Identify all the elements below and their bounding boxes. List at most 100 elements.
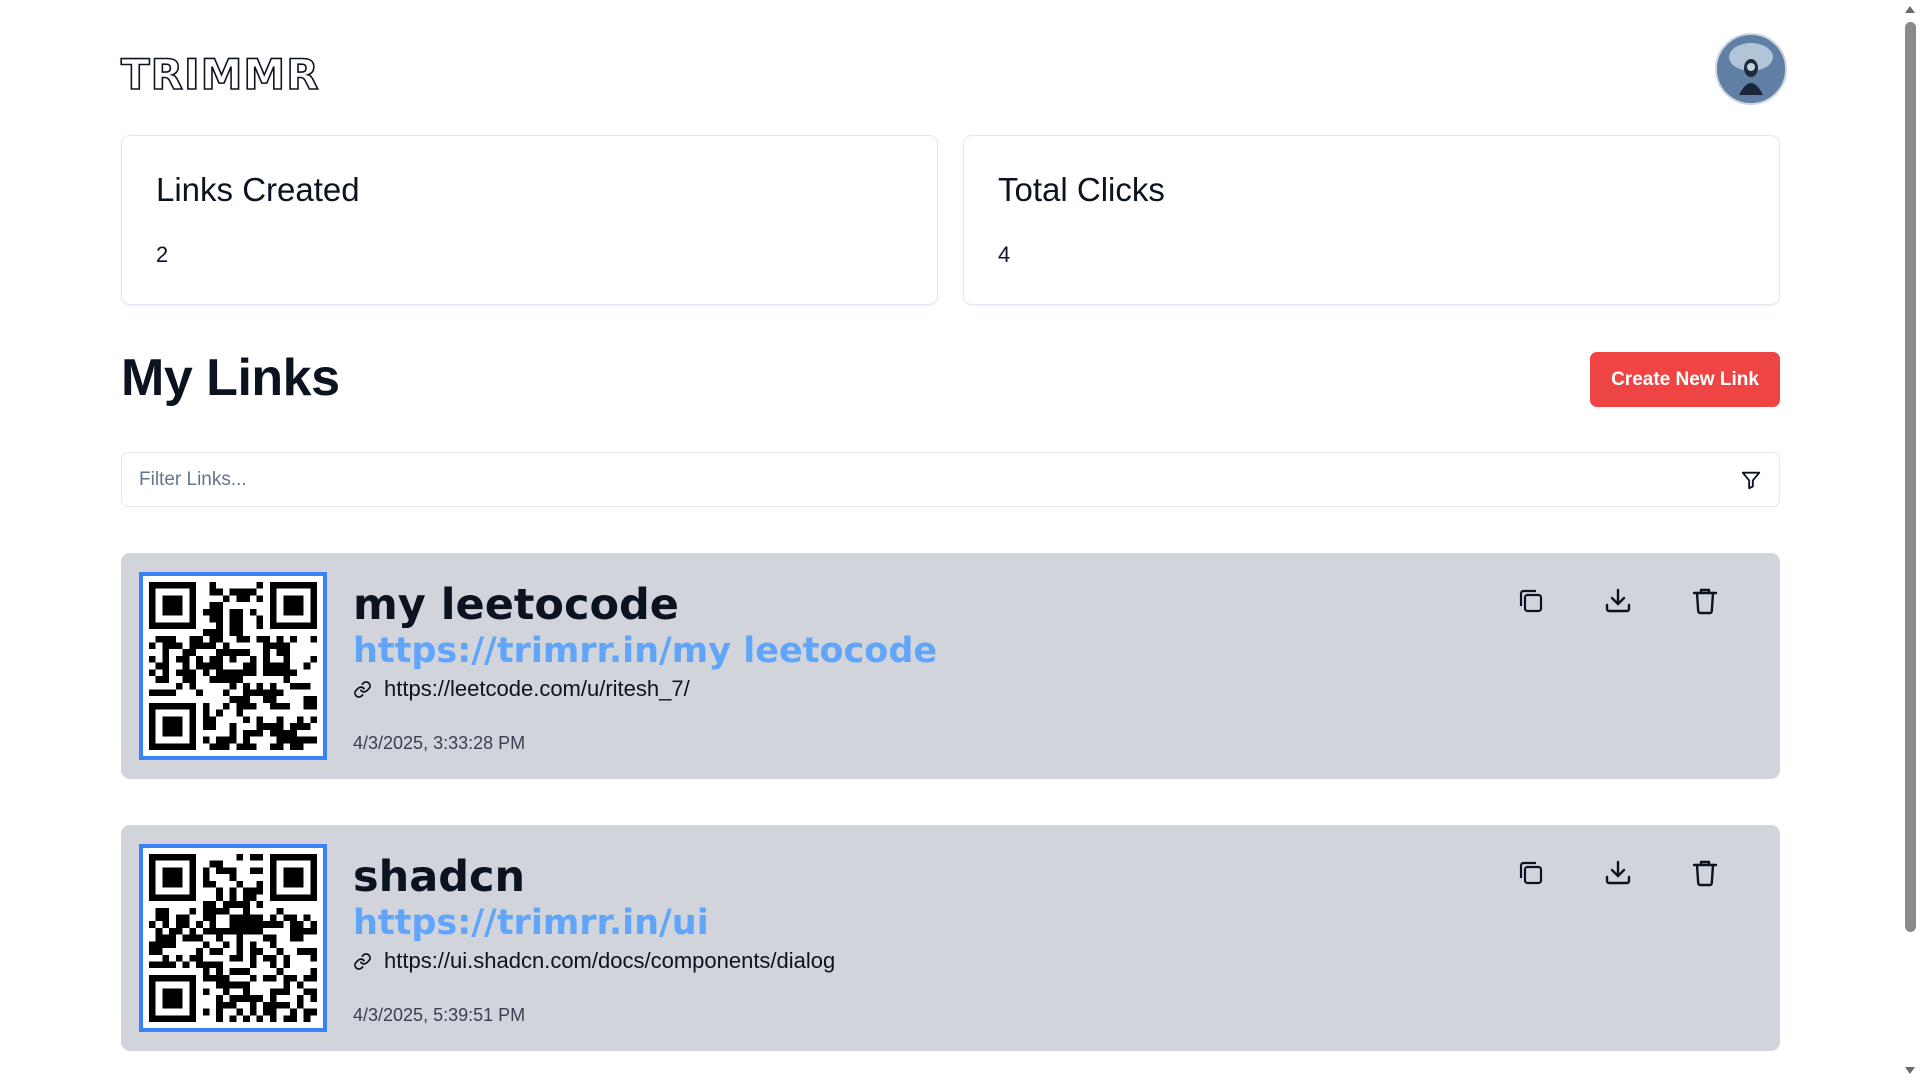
download-button[interactable] bbox=[1602, 857, 1634, 889]
qr-module bbox=[249, 588, 257, 596]
qr-module bbox=[209, 974, 217, 982]
link-card[interactable]: shadcn https://trimrr.in/ui https://ui.s… bbox=[121, 825, 1780, 1051]
link-card[interactable]: my leetocode https://trimrr.in/my leetoc… bbox=[121, 553, 1780, 779]
qr-module bbox=[269, 921, 277, 928]
qr-module bbox=[175, 655, 183, 663]
qr-module bbox=[202, 974, 210, 982]
qr-module bbox=[283, 642, 291, 650]
qr-module bbox=[236, 696, 244, 703]
qr-module bbox=[209, 880, 217, 888]
qr-module bbox=[243, 887, 250, 895]
qr-module bbox=[216, 669, 223, 677]
page-scrollbar[interactable] bbox=[1900, 0, 1920, 1080]
qr-module bbox=[249, 894, 257, 902]
qr-module bbox=[229, 608, 237, 616]
delete-button[interactable] bbox=[1689, 857, 1721, 889]
qr-module bbox=[182, 961, 190, 969]
qr-module bbox=[236, 854, 244, 861]
copy-button[interactable] bbox=[1515, 857, 1547, 889]
qr-module bbox=[236, 954, 244, 962]
qr-module bbox=[162, 921, 170, 928]
link-title[interactable]: shadcn bbox=[353, 852, 525, 902]
scroll-up-arrow[interactable] bbox=[1905, 6, 1915, 13]
scrollbar-thumb[interactable] bbox=[1905, 22, 1916, 932]
qr-module bbox=[162, 642, 170, 650]
qr-module bbox=[229, 615, 237, 623]
qr-module bbox=[263, 689, 270, 697]
qr-module bbox=[169, 642, 176, 650]
qr-module bbox=[303, 1008, 311, 1016]
filter-icon[interactable] bbox=[1740, 469, 1762, 491]
user-avatar[interactable] bbox=[1715, 33, 1787, 105]
qr-module bbox=[216, 948, 223, 955]
qr-module bbox=[283, 676, 291, 683]
qr-module bbox=[175, 914, 183, 922]
qr-module bbox=[243, 995, 250, 1002]
qr-module bbox=[249, 948, 257, 955]
qr-module bbox=[249, 961, 257, 969]
copy-button[interactable] bbox=[1515, 585, 1547, 617]
links-created-value: 2 bbox=[156, 242, 169, 267]
qr-module bbox=[229, 981, 237, 989]
app-logo[interactable]: TRIMMR bbox=[120, 49, 320, 100]
qr-module bbox=[243, 907, 250, 915]
qr-module bbox=[222, 974, 230, 982]
qr-module bbox=[196, 948, 203, 955]
qr-module bbox=[283, 729, 291, 737]
qr-module bbox=[155, 662, 163, 670]
qr-module bbox=[182, 649, 190, 656]
qr-module bbox=[249, 995, 257, 1002]
qr-module bbox=[290, 723, 297, 730]
filter-links-input[interactable] bbox=[122, 453, 1779, 506]
qr-module bbox=[209, 602, 217, 609]
qr-module bbox=[222, 669, 230, 677]
link-title[interactable]: my leetocode bbox=[353, 580, 679, 630]
qr-module bbox=[182, 669, 190, 677]
short-url-link[interactable]: https://trimrr.in/ui bbox=[353, 903, 709, 943]
qr-module bbox=[290, 669, 297, 677]
qr-module bbox=[310, 988, 317, 996]
qr-module bbox=[243, 921, 250, 928]
qr-module bbox=[269, 954, 277, 962]
qr-module bbox=[202, 1008, 210, 1016]
qr-module bbox=[283, 662, 291, 670]
qr-module bbox=[216, 995, 223, 1002]
qr-module bbox=[249, 854, 257, 861]
qr-module bbox=[310, 974, 317, 982]
qr-module bbox=[155, 907, 163, 915]
short-url-link[interactable]: https://trimrr.in/my leetocode bbox=[353, 631, 937, 671]
qr-module bbox=[189, 907, 197, 915]
qr-module bbox=[209, 588, 217, 596]
qr-module bbox=[290, 974, 297, 982]
qr-module bbox=[243, 894, 250, 902]
created-date: 4/3/2025, 3:33:28 PM bbox=[353, 733, 526, 753]
qr-module bbox=[296, 682, 304, 690]
qr-module bbox=[236, 743, 244, 750]
qr-module bbox=[296, 927, 304, 935]
qr-module bbox=[189, 927, 197, 935]
qr-module bbox=[216, 1008, 223, 1016]
qr-module bbox=[263, 723, 270, 730]
qr-module bbox=[283, 914, 291, 922]
qr-module bbox=[296, 981, 304, 989]
qr-module bbox=[303, 723, 311, 730]
qr-module bbox=[243, 696, 250, 703]
qr-module bbox=[149, 689, 156, 697]
download-button[interactable] bbox=[1602, 585, 1634, 617]
qr-module bbox=[189, 682, 197, 690]
qr-module bbox=[256, 595, 264, 603]
scroll-down-arrow[interactable] bbox=[1905, 1067, 1915, 1074]
links-created-title: Links Created bbox=[156, 171, 360, 208]
delete-button[interactable] bbox=[1689, 585, 1721, 617]
qr-module bbox=[162, 662, 170, 670]
qr-module bbox=[175, 669, 183, 677]
qr-module bbox=[256, 723, 264, 730]
qr-module bbox=[283, 867, 304, 888]
qr-module bbox=[162, 655, 170, 663]
qr-module bbox=[222, 901, 230, 908]
qr-module bbox=[269, 642, 277, 650]
qr-module bbox=[243, 689, 250, 697]
qr-module bbox=[310, 948, 317, 955]
qr-module bbox=[196, 954, 203, 962]
create-new-link-button[interactable]: Create New Link bbox=[1590, 352, 1780, 407]
